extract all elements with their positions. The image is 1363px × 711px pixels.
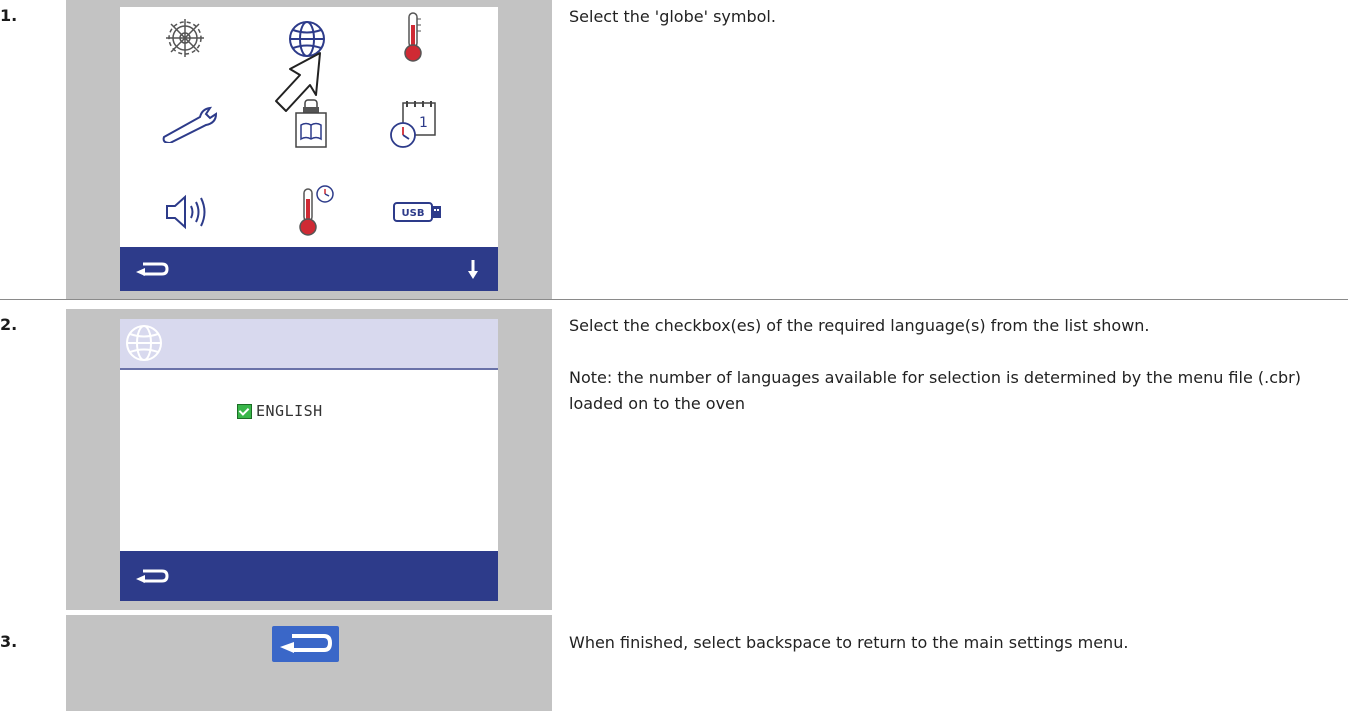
backspace-button[interactable] xyxy=(272,626,339,662)
step-3-number: 3. xyxy=(0,632,18,651)
step-divider xyxy=(0,299,1348,300)
language-checkbox[interactable] xyxy=(237,403,252,419)
step-2-instruction: Select the checkbox(es) of the required … xyxy=(569,316,1150,335)
step-1-description: Select the 'globe' symbol. xyxy=(569,7,776,26)
step-1-number: 1. xyxy=(0,6,18,25)
bottom-nav-bar xyxy=(120,247,498,291)
back-arrow-icon[interactable] xyxy=(134,260,170,282)
step-3-description: When finished, select backspace to retur… xyxy=(569,633,1129,652)
speaker-icon[interactable] xyxy=(164,193,212,235)
step-2-note: Note: the number of languages available … xyxy=(569,368,1301,413)
step-2-number: 2. xyxy=(0,315,18,334)
clock-calendar-icon[interactable]: 1 xyxy=(389,99,439,153)
wheel-icon[interactable] xyxy=(164,17,206,63)
calendar-day-label: 1 xyxy=(419,115,428,131)
step-2-description: Select the checkbox(es) of the required … xyxy=(569,313,1349,417)
bottom-nav-bar xyxy=(120,551,498,601)
language-label: ENGLISH xyxy=(256,402,323,420)
back-arrow-icon[interactable] xyxy=(134,567,170,589)
language-screen: ENGLISH xyxy=(120,319,498,601)
temp-timer-icon[interactable] xyxy=(296,183,336,241)
pointer-cursor-icon xyxy=(270,49,332,119)
settings-menu-screen: 1 USB xyxy=(120,7,498,291)
usb-label: USB xyxy=(402,208,425,219)
language-option-english[interactable]: ENGLISH xyxy=(237,402,323,420)
wrench-icon[interactable] xyxy=(160,105,222,147)
step-2-panel: ENGLISH xyxy=(66,309,552,610)
thermometer-icon[interactable] xyxy=(401,11,425,67)
language-screen-header xyxy=(120,319,498,370)
globe-icon xyxy=(122,321,166,369)
step-1-panel: 1 USB xyxy=(66,0,552,299)
usb-icon[interactable]: USB xyxy=(393,201,443,227)
step-3-panel xyxy=(66,615,552,711)
back-arrow-icon xyxy=(280,634,333,653)
down-arrow-icon[interactable] xyxy=(466,258,480,284)
